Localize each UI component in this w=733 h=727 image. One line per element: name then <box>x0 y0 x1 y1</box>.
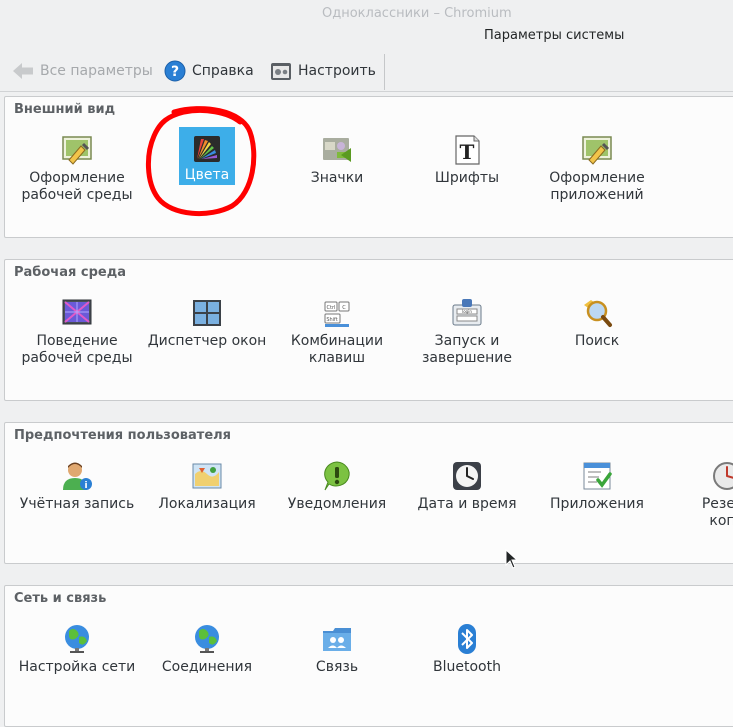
workspace-theme-icon <box>60 133 94 167</box>
group-workspace: Рабочая среда Поведение рабочей среды Ди… <box>4 259 733 401</box>
group-title: Рабочая среда <box>14 265 126 280</box>
configure-button[interactable]: Настроить <box>270 58 376 84</box>
group-title: Сеть и связь <box>14 591 107 606</box>
module-search[interactable]: Поиск <box>533 290 661 368</box>
group-appearance: Внешний вид Оформление рабочей среды Цве… <box>4 96 733 238</box>
svg-text:T: T <box>460 140 475 164</box>
configure-icon <box>270 60 292 82</box>
toolbar-separator <box>384 54 385 90</box>
module-shortcuts[interactable]: Ctrl C Shift Комбинации клавиш <box>273 290 401 368</box>
module-label: Диспетчер окон <box>147 333 267 349</box>
help-icon: ? <box>164 60 186 82</box>
module-startup-shutdown[interactable]: login Запуск и завершение <box>403 290 531 368</box>
svg-text:Shift: Shift <box>326 317 337 323</box>
startup-shutdown-icon: login <box>450 296 484 330</box>
toolbar: Все параметры ? Справка Настроить <box>0 54 733 90</box>
globe-icon <box>190 622 224 656</box>
module-label: Оформление рабочей среды <box>21 170 133 203</box>
sharing-folder-icon <box>320 622 354 656</box>
account-icon: i <box>60 459 94 493</box>
help-button[interactable]: ? Справка <box>164 58 254 84</box>
browser-titlebar: Одноклассники – Chromium <box>0 0 733 26</box>
module-applications[interactable]: Приложения <box>533 453 661 531</box>
svg-text:C: C <box>342 305 346 311</box>
mouse-cursor-icon <box>505 549 517 569</box>
module-application-style[interactable]: Оформление приложений <box>533 127 661 205</box>
module-label: Поведение рабочей среды <box>21 333 133 366</box>
module-workspace-behavior[interactable]: Поведение рабочей среды <box>13 290 141 368</box>
applications-icon <box>580 459 614 493</box>
search-icon <box>580 296 614 330</box>
window-manager-icon <box>190 296 224 330</box>
module-label: Настройка сети <box>18 659 136 675</box>
icons-icon <box>320 133 354 167</box>
module-label: Bluetooth <box>433 659 501 675</box>
top-separator <box>0 91 733 92</box>
window-title: Параметры системы <box>484 28 625 43</box>
module-label: Дата и время <box>417 496 517 512</box>
group-title: Внешний вид <box>14 102 116 117</box>
module-fonts[interactable]: T Шрифты <box>403 127 531 205</box>
clock-icon <box>450 459 484 493</box>
localization-icon <box>190 459 224 493</box>
module-label: Резерв копи <box>701 496 733 529</box>
module-icons[interactable]: Значки <box>273 127 401 205</box>
svg-text:Ctrl: Ctrl <box>327 305 336 311</box>
application-style-icon <box>580 133 614 167</box>
configure-label: Настроить <box>298 63 376 79</box>
module-label: Соединения <box>161 659 253 675</box>
fonts-icon: T <box>450 133 484 167</box>
module-account[interactable]: i Учётная запись <box>13 453 141 531</box>
group-user-preferences: Предпочтения пользователя i Учётная запи… <box>4 422 733 564</box>
module-window-manager[interactable]: Диспетчер окон <box>143 290 271 368</box>
svg-text:login: login <box>462 309 472 314</box>
help-label: Справка <box>192 63 254 79</box>
shortcuts-icon: Ctrl C Shift <box>320 296 354 330</box>
module-connections[interactable]: Соединения <box>143 616 271 694</box>
bluetooth-icon <box>450 622 484 656</box>
module-label: Оформление приложений <box>549 170 645 203</box>
module-label: Комбинации клавиш <box>290 333 384 366</box>
red-annotation-circle <box>145 106 257 217</box>
module-localization[interactable]: Локализация <box>143 453 271 531</box>
all-settings-button[interactable]: Все параметры <box>12 58 153 84</box>
module-label: Учётная запись <box>19 496 135 512</box>
module-label: Уведомления <box>287 496 387 512</box>
svg-text:i: i <box>84 481 87 491</box>
module-sharing[interactable]: Связь <box>273 616 401 694</box>
all-settings-label: Все параметры <box>40 63 153 79</box>
backup-icon <box>710 459 733 493</box>
module-network-settings[interactable]: Настройка сети <box>13 616 141 694</box>
back-arrow-icon <box>12 61 34 81</box>
module-backup[interactable]: Резерв копи <box>663 453 733 531</box>
module-notifications[interactable]: Уведомления <box>273 453 401 531</box>
module-workspace-theme[interactable]: Оформление рабочей среды <box>13 127 141 205</box>
globe-icon <box>60 622 94 656</box>
svg-text:?: ? <box>171 64 179 80</box>
module-date-time[interactable]: Дата и время <box>403 453 531 531</box>
module-label: Связь <box>315 659 359 675</box>
module-label: Значки <box>310 170 364 186</box>
module-label: Локализация <box>158 496 256 512</box>
notifications-icon <box>320 459 354 493</box>
group-title: Предпочтения пользователя <box>14 428 232 443</box>
module-label: Поиск <box>574 333 620 349</box>
module-label: Шрифты <box>434 170 500 186</box>
module-label: Приложения <box>550 496 644 512</box>
module-bluetooth[interactable]: Bluetooth <box>403 616 531 694</box>
browser-window-title: Одноклассники – Chromium <box>322 6 512 21</box>
module-label: Запуск и завершение <box>421 333 513 366</box>
workspace-behavior-icon <box>60 296 94 330</box>
group-network: Сеть и связь Настройка сети Соединения С… <box>4 585 733 727</box>
